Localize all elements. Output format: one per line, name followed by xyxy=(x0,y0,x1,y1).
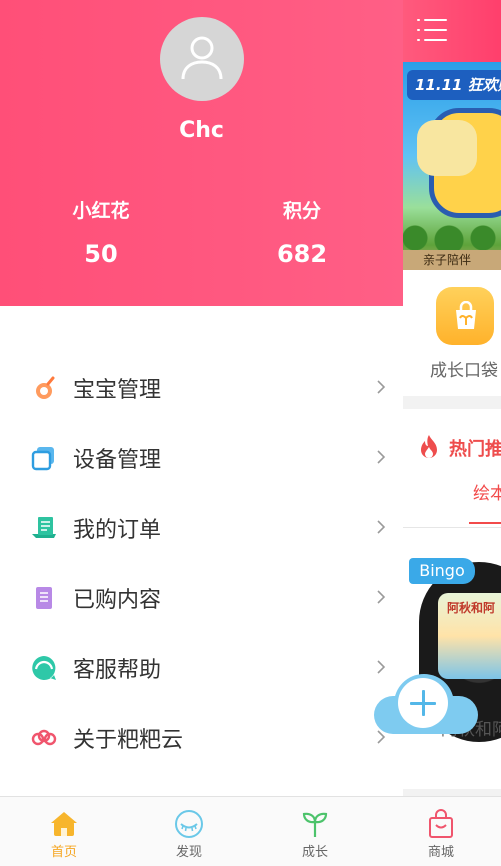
divider xyxy=(403,527,501,528)
promo-banner[interactable]: 11.11 狂欢购 亲子陪伴 xyxy=(403,62,501,270)
stat-label: 小红花 xyxy=(72,200,130,222)
chevron-right-icon xyxy=(377,520,386,534)
menu-item-customer-support[interactable]: 客服帮助 xyxy=(0,632,403,702)
main-top-bar xyxy=(403,0,501,62)
nav-label: 首页 xyxy=(50,845,77,860)
menu-item-label: 已购内容 xyxy=(73,588,162,613)
growth-pocket-label: 成长口袋 xyxy=(430,361,498,381)
chevron-right-icon xyxy=(377,590,386,604)
stat-label: 积分 xyxy=(282,200,321,222)
user-icon xyxy=(181,36,223,80)
profile-header: Chc 小红花 50 积分 682 xyxy=(0,0,403,306)
banner-badge-inner xyxy=(417,120,477,176)
menu-item-label: 设备管理 xyxy=(73,448,162,473)
menu-item-label: 关于粑粑云 xyxy=(73,728,184,753)
menu-item-label: 宝宝管理 xyxy=(73,378,162,403)
about-icon xyxy=(31,729,57,746)
nav-label: 成长 xyxy=(301,845,328,860)
add-button[interactable] xyxy=(374,668,478,734)
support-icon xyxy=(32,656,56,680)
chevron-right-icon xyxy=(377,450,386,464)
growth-pocket-card[interactable]: 成长口袋 xyxy=(403,270,501,396)
bingo-badge: Bingo xyxy=(409,558,475,584)
drawer-menu: 宝宝管理 设备管理 我的订单 已购内容 客服帮助 关于粑粑云 xyxy=(0,352,403,772)
menu-item-device-management[interactable]: 设备管理 xyxy=(0,422,403,492)
bottom-nav: 首页 发现 成长 商城 xyxy=(0,796,501,866)
nav-growth[interactable]: 成长 xyxy=(265,797,365,866)
menu-item-label: 客服帮助 xyxy=(73,658,162,683)
side-drawer: Chc 小红花 50 积分 682 宝宝管理 设备管理 我的订单 已购内容 客服… xyxy=(0,0,403,796)
purchased-icon xyxy=(36,587,52,609)
shopping-bag-icon xyxy=(436,287,494,345)
banner-caption: 亲子陪伴 xyxy=(403,250,501,270)
tab-underline xyxy=(469,522,501,524)
hot-recommend-title: 热门推荐 xyxy=(449,439,501,460)
menu-item-purchased-content[interactable]: 已购内容 xyxy=(0,562,403,632)
shopping-bag-icon xyxy=(429,809,453,838)
device-icon xyxy=(31,447,54,471)
nav-mall[interactable]: 商城 xyxy=(391,797,491,866)
menu-item-my-orders[interactable]: 我的订单 xyxy=(0,492,403,562)
menu-icon[interactable] xyxy=(417,19,447,43)
avatar[interactable] xyxy=(160,17,244,101)
sprout-icon xyxy=(302,812,328,837)
baby-icon xyxy=(36,376,55,399)
banner-trees xyxy=(403,222,501,252)
nav-home[interactable]: 首页 xyxy=(14,797,114,866)
username[interactable]: Chc xyxy=(0,118,403,143)
nav-label: 商城 xyxy=(427,845,454,860)
nav-discover[interactable]: 发现 xyxy=(139,797,239,866)
home-icon xyxy=(51,812,77,836)
nav-label: 发现 xyxy=(175,845,202,860)
menu-item-label: 我的订单 xyxy=(73,518,162,543)
plus-icon xyxy=(398,678,448,728)
record-cover-title: 阿秋和阿 xyxy=(447,601,496,615)
fire-icon xyxy=(421,435,437,458)
banner-title: 11.11 狂欢购 xyxy=(407,70,501,100)
menu-item-about[interactable]: 关于粑粑云 xyxy=(0,702,403,772)
stat-points[interactable]: 积分 682 xyxy=(242,196,362,268)
menu-item-baby-management[interactable]: 宝宝管理 xyxy=(0,352,403,422)
stat-red-flowers[interactable]: 小红花 50 xyxy=(41,196,161,268)
order-icon xyxy=(32,517,56,538)
stat-value: 50 xyxy=(84,240,118,268)
stat-value: 682 xyxy=(276,240,328,268)
tab-picture-book[interactable]: 绘本 xyxy=(473,479,501,504)
chevron-right-icon xyxy=(377,380,386,394)
eye-icon xyxy=(175,810,203,838)
